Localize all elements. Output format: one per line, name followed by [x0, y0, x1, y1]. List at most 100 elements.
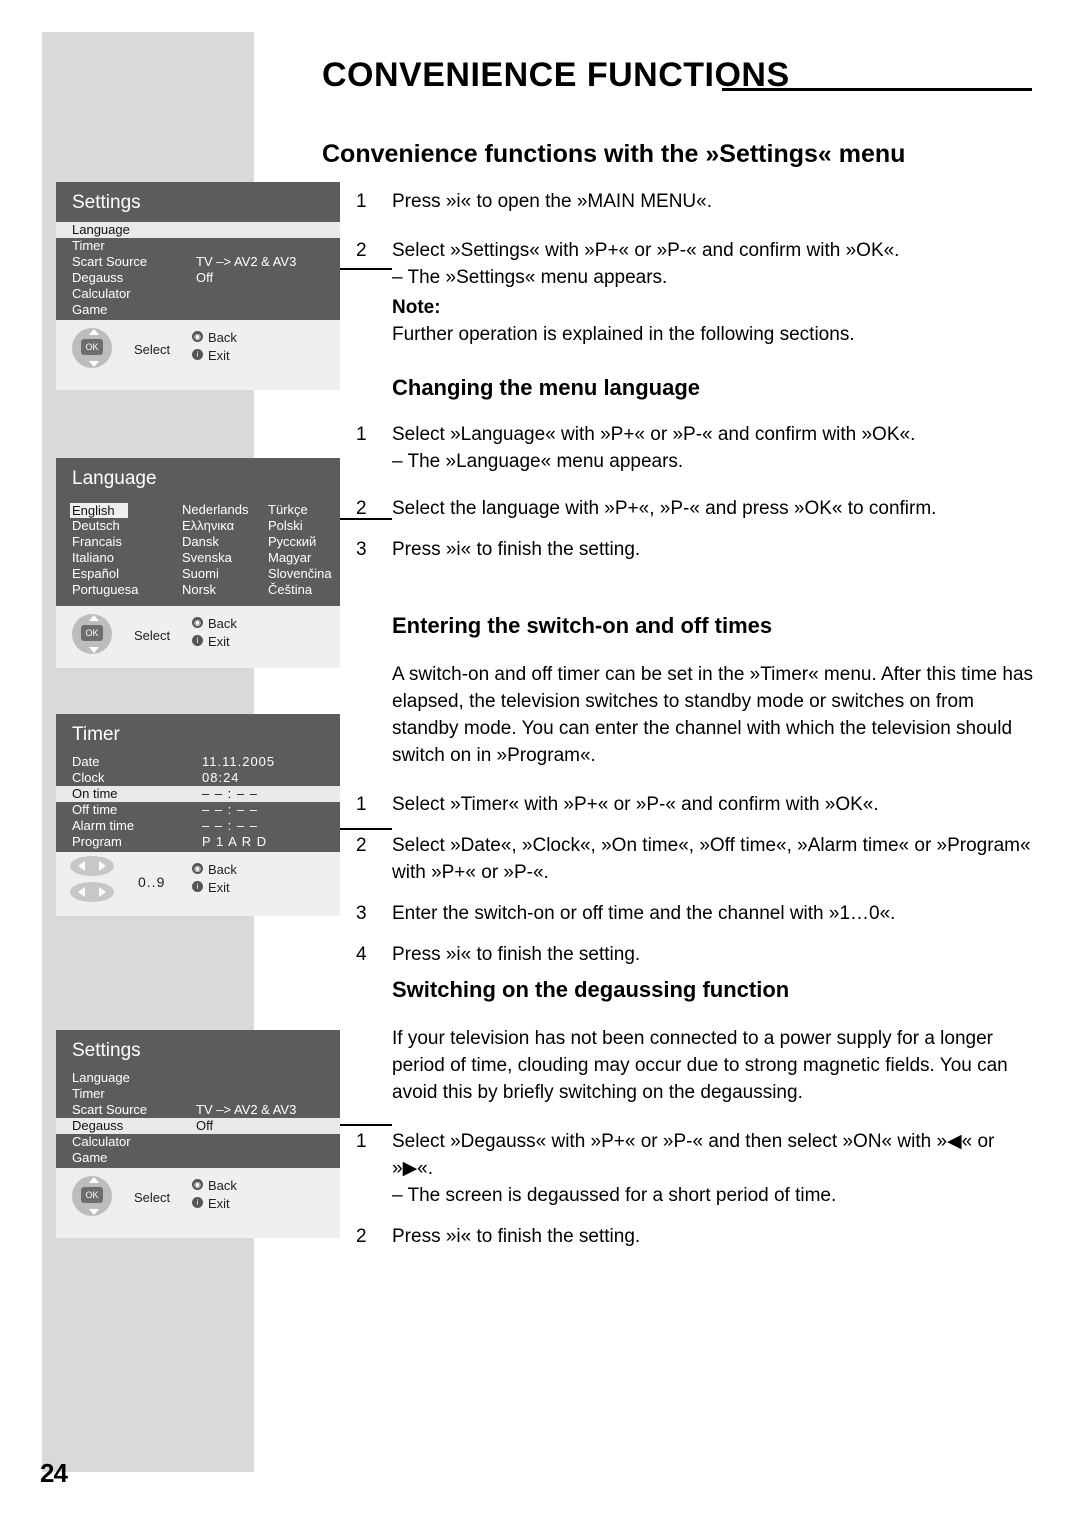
osd-settings-1-footer: OK Select ◉ Back i Exit	[56, 320, 340, 380]
connector-line-settings-2	[340, 1124, 392, 1126]
step-text: Select the language with »P+«, »P-« and …	[392, 498, 937, 519]
intro-step-1: 1 Press »i« to open the »MAIN MENU«.	[356, 188, 1040, 215]
osd-lang-cell[interactable]: Svenska	[182, 550, 232, 566]
osd-lang-cell[interactable]: Türkçe	[268, 502, 308, 518]
arrow-down-icon	[89, 361, 99, 367]
ok-navigation-pad-icon[interactable]: OK	[72, 328, 112, 368]
step-number: 1	[356, 794, 367, 815]
osd-lang-cell[interactable]: Español	[72, 566, 119, 582]
osd-row-label: Calculator	[72, 286, 131, 301]
osd-row[interactable]: Program P 1 A R D	[56, 834, 340, 850]
osd-lang-cell[interactable]: Русский	[268, 534, 316, 550]
osd-row-label: Game	[72, 302, 108, 317]
osd-row[interactable]: Language	[56, 1070, 340, 1086]
osd-lang-cell[interactable]: Ελληνικα	[182, 518, 234, 534]
intro-substep: – The »Settings« menu appears.	[392, 267, 668, 288]
timer-heading: Entering the switch-on and off times	[392, 613, 773, 638]
osd-row[interactable]: Degauss Off	[56, 1118, 340, 1134]
osd-settings-menu-1: Settings Language Timer Scart Source TV –…	[56, 182, 340, 390]
osd-language-row: Portuguesa Norsk Čeština	[72, 582, 340, 598]
degauss-step-1: 1 Select »Degauss« with »P+« or »P-« and…	[356, 1128, 1040, 1182]
page-subtitle: Convenience functions with the »Settings…	[322, 140, 906, 168]
osd-row[interactable]: Calculator	[56, 286, 340, 302]
language-substep: – The »Language« menu appears.	[392, 451, 684, 472]
osd-settings-1-rows: Language Timer Scart Source TV –> AV2 & A…	[56, 222, 340, 326]
language-step-3: 3 Press »i« to finish the setting.	[356, 536, 1040, 563]
degauss-section: Switching on the degaussing function If …	[356, 976, 1040, 1250]
timer-step-1: 1 Select »Timer« with »P+« or »P-« and c…	[356, 791, 1040, 818]
exit-button-icon: i	[192, 349, 203, 360]
osd-row[interactable]: Timer	[56, 238, 340, 254]
exit-button-icon: i	[192, 635, 203, 646]
osd-row-label: Calculator	[72, 1134, 131, 1149]
osd-language-footer: OK Select ◉ Back i Exit	[56, 606, 340, 666]
ok-button-icon: OK	[81, 1187, 103, 1203]
osd-row-label: Timer	[72, 238, 105, 253]
osd-lang-cell[interactable]: Italiano	[72, 550, 114, 566]
osd-row-value: 11.11.2005	[202, 754, 276, 769]
osd-language-row: Francais Dansk Русский	[72, 534, 340, 550]
step-number: 3	[356, 539, 367, 560]
osd-lang-cell[interactable]: Magyar	[268, 550, 311, 566]
ok-navigation-pad-icon[interactable]: OK	[72, 1176, 112, 1216]
osd-row[interactable]: Scart Source TV –> AV2 & AV3	[56, 254, 340, 270]
step-number: 2	[356, 835, 367, 856]
osd-row[interactable]: Off time – – : – –	[56, 802, 340, 818]
osd-row[interactable]: Game	[56, 1150, 340, 1166]
osd-lang-cell[interactable]: Nederlands	[182, 502, 249, 518]
osd-settings-2-rows: Language Timer Scart Source TV –> AV2 & A…	[56, 1070, 340, 1174]
osd-row[interactable]: Clock 08:24	[56, 770, 340, 786]
osd-row-value: – – : – –	[202, 786, 258, 801]
osd-lang-cell[interactable]: Suomi	[182, 566, 219, 582]
language-heading: Changing the menu language	[392, 375, 701, 400]
osd-row[interactable]: Scart Source TV –> AV2 & AV3	[56, 1102, 340, 1118]
osd-lang-cell[interactable]: Norsk	[182, 582, 216, 598]
ok-navigation-pad-icon[interactable]: OK	[72, 614, 112, 654]
left-right-arrows-icon[interactable]	[70, 856, 114, 908]
osd-footer-exit-label: i Exit	[192, 634, 230, 649]
step-text: Select »Timer« with »P+« or »P-« and con…	[392, 794, 879, 815]
osd-row-label: Scart Source	[72, 254, 148, 269]
osd-lang-cell[interactable]: Slovenčina	[268, 566, 332, 582]
language-step-2: 2 Select the language with »P+«, »P-« an…	[356, 495, 1040, 522]
step-text: Press »i« to finish the setting.	[392, 1226, 641, 1247]
connector-line-settings-1	[340, 268, 392, 270]
osd-row[interactable]: Language	[56, 222, 340, 238]
osd-row[interactable]: Game	[56, 302, 340, 318]
osd-row[interactable]: On time – – : – –	[56, 786, 340, 802]
osd-timer-body: Timer Date 11.11.2005 Clock 08:24 On time –…	[56, 714, 340, 852]
note-label: Note:	[392, 297, 441, 318]
title-rule	[722, 88, 1032, 91]
osd-footer-range-label: 0..9	[138, 874, 166, 890]
osd-row-label: Clock	[72, 770, 105, 785]
degauss-substep: – The screen is degaussed for a short pe…	[392, 1185, 837, 1206]
arrow-right-icon	[99, 861, 106, 871]
osd-footer-exit-label: i Exit	[192, 1196, 230, 1211]
arrow-ellipse-bottom	[70, 882, 114, 902]
osd-lang-cell[interactable]: Portuguesa	[72, 582, 139, 598]
step-number: 3	[356, 903, 367, 924]
osd-lang-cell[interactable]: Čeština	[268, 582, 312, 598]
exit-button-icon: i	[192, 881, 203, 892]
osd-footer-select-label: Select	[134, 1190, 171, 1205]
osd-lang-cell[interactable]: Deutsch	[72, 518, 120, 534]
language-step-1: 1 Select »Language« with »P+« or »P-« an…	[356, 421, 1040, 448]
intro-step-2: 2 Select »Settings« with »P+« or »P-« an…	[356, 237, 1040, 264]
back-button-icon: ◉	[192, 863, 203, 874]
connector-line-timer	[340, 828, 392, 830]
osd-lang-cell[interactable]: Francais	[72, 534, 122, 550]
intro-steps: 1 Press »i« to open the »MAIN MENU«. 2 S…	[356, 188, 1040, 291]
osd-timer-rows: Date 11.11.2005 Clock 08:24 On time – – : –…	[56, 754, 340, 858]
step-text: Select »Date«, »Clock«, »On time«, »Off …	[392, 835, 1031, 883]
osd-row[interactable]: Alarm time – – : – –	[56, 818, 340, 834]
step-number: 2	[356, 240, 367, 261]
osd-row[interactable]: Date 11.11.2005	[56, 754, 340, 770]
osd-lang-cell[interactable]: Dansk	[182, 534, 219, 550]
ok-button-icon: OK	[81, 339, 103, 355]
osd-lang-cell[interactable]: Polski	[268, 518, 303, 534]
arrow-left-icon	[78, 861, 85, 871]
osd-row[interactable]: Timer	[56, 1086, 340, 1102]
osd-row[interactable]: Degauss Off	[56, 270, 340, 286]
osd-row[interactable]: Calculator	[56, 1134, 340, 1150]
step-text: Select »Degauss« with »P+« or »P-« and t…	[392, 1131, 995, 1179]
